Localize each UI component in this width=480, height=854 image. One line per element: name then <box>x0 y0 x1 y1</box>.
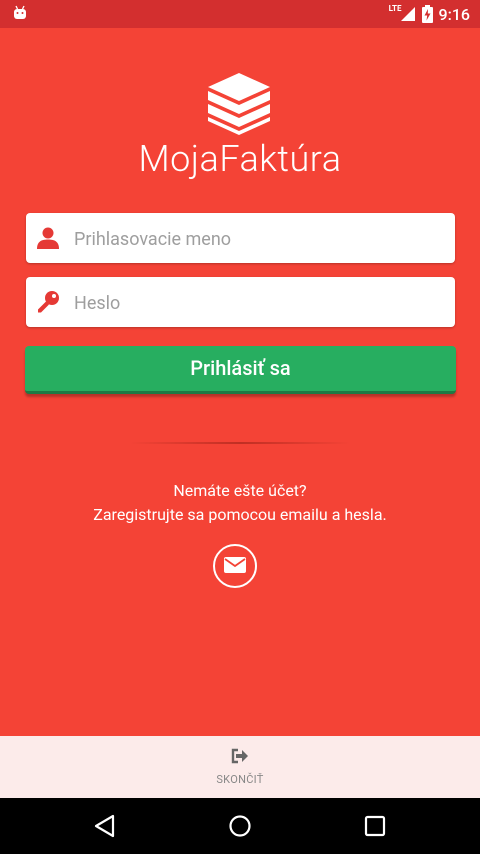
lte-label: LTE <box>388 3 402 13</box>
clock: 9:16 <box>438 4 471 24</box>
app-logo-icon <box>208 73 270 135</box>
quit-button[interactable]: SKONČIŤ <box>0 736 480 798</box>
status-bar: LTE 9:16 <box>0 0 480 28</box>
username-input[interactable] <box>72 213 446 265</box>
recents-icon[interactable] <box>363 814 387 838</box>
exit-icon <box>231 748 248 764</box>
login-screen: MojaFaktúra Prihlásiť sa Nemáte ešte úče… <box>0 28 480 736</box>
divider <box>130 442 350 444</box>
register-prompt: Nemáte ešte účet? <box>173 481 307 500</box>
navigation-bar <box>0 798 480 854</box>
email-register-button[interactable] <box>213 544 257 588</box>
password-input[interactable] <box>72 277 446 329</box>
register-instructions: Zaregistrujte sa pomocou emailu a hesla. <box>93 505 387 524</box>
battery-icon <box>421 5 433 23</box>
password-field[interactable] <box>26 277 455 329</box>
back-icon[interactable] <box>93 814 117 838</box>
app-title: MojaFaktúra <box>138 138 342 180</box>
login-button[interactable]: Prihlásiť sa <box>25 346 456 394</box>
envelope-icon <box>224 557 246 573</box>
key-icon <box>38 291 59 313</box>
quit-label: SKONČIŤ <box>216 773 264 786</box>
android-notification-icon <box>14 5 26 19</box>
username-field[interactable] <box>26 213 455 265</box>
user-icon <box>37 227 59 249</box>
home-icon[interactable] <box>228 814 252 838</box>
